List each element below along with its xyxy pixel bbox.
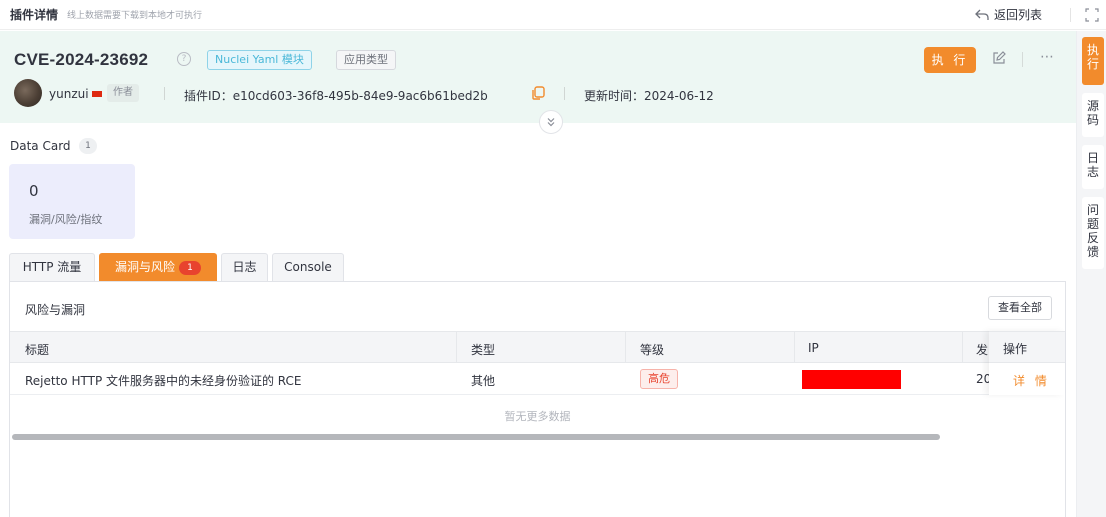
side-tab-source[interactable]: 源码: [1082, 93, 1104, 137]
data-card-title: Data Card: [10, 139, 71, 153]
plugin-header: CVE-2024-23692 ? Nuclei Yaml 模块 应用类型 执 行…: [0, 31, 1076, 123]
type-tag: 应用类型: [336, 50, 396, 70]
edit-icon[interactable]: [992, 51, 1006, 65]
column-header: 发: [976, 343, 989, 357]
expand-toggle[interactable]: [539, 110, 563, 134]
column-header: 类型: [471, 343, 496, 357]
tab-console[interactable]: Console: [272, 253, 344, 281]
plugin-id: 插件ID：e10cd603-36f8-495b-84e9-9ac6b61bed2…: [184, 89, 488, 103]
side-tab-label: 日志: [1087, 151, 1100, 179]
more-icon[interactable]: ⋯: [1040, 49, 1054, 65]
empty-text: 暂无更多数据: [504, 410, 571, 423]
actions-column: 操作 详 情: [989, 331, 1065, 395]
double-chevron-down-icon: [547, 118, 555, 127]
side-tab-label: 问题反馈: [1087, 203, 1100, 259]
page-subtitle: 线上数据需要下载到本地才可执行: [67, 11, 203, 21]
side-tab-bar: 执行 源码 日志 问题反馈: [1076, 31, 1106, 517]
table-row[interactable]: Rejetto HTTP 文件服务器中的未经身份验证的 RCE 其他 高危 20: [10, 363, 1065, 395]
side-tab-feedback[interactable]: 问题反馈: [1082, 197, 1104, 269]
column-header: 操作: [1003, 342, 1028, 356]
tab-vulns-risks[interactable]: 漏洞与风险 1: [99, 253, 217, 281]
plugin-detail-page: 插件详情 线上数据需要下载到本地才可执行 返回列表 CVE-2024-23692…: [0, 0, 1106, 517]
side-tab-label: 源码: [1087, 99, 1100, 127]
flag-icon: [92, 91, 102, 97]
data-card-value: 0: [29, 182, 39, 200]
redacted-ip: [802, 370, 901, 389]
copy-icon[interactable]: [530, 85, 546, 101]
tab-label: 漏洞与风险: [114, 260, 175, 274]
back-arrow-icon: [975, 9, 989, 20]
side-tab-log[interactable]: 日志: [1082, 145, 1104, 189]
column-separator: [794, 332, 795, 362]
divider: [1022, 52, 1023, 67]
divider: [564, 87, 565, 100]
author-tag: 作者: [107, 84, 139, 102]
page-title: 插件详情: [10, 8, 59, 22]
back-label: 返回列表: [994, 8, 1043, 22]
author-name: yunzui: [49, 87, 89, 101]
module-tag: Nuclei Yaml 模块: [207, 50, 312, 70]
risk-panel: 风险与漏洞 查看全部 标题 类型 等级 IP 发 Rejetto HTTP 文件…: [9, 281, 1066, 517]
panel-title: 风险与漏洞: [25, 303, 86, 317]
side-tab-label: 执行: [1087, 43, 1100, 71]
tab-http-traffic[interactable]: HTTP 流量: [9, 253, 95, 281]
plugin-name: CVE-2024-23692: [14, 50, 149, 69]
data-card-count: 1: [79, 138, 97, 154]
tab-badge: 1: [179, 261, 201, 275]
back-to-list-button[interactable]: 返回列表: [975, 6, 1042, 23]
column-separator: [625, 332, 626, 362]
divider: [1070, 8, 1071, 22]
table-header: 标题 类型 等级 IP 发: [10, 331, 1065, 363]
fullscreen-icon[interactable]: [1085, 8, 1099, 22]
tab-label: Console: [284, 260, 332, 274]
execute-button[interactable]: 执 行: [924, 47, 976, 73]
horizontal-scrollbar[interactable]: [12, 434, 940, 440]
detail-link[interactable]: 详 情: [1013, 372, 1050, 389]
row-type: 其他: [471, 374, 496, 388]
actions-header: 操作: [989, 331, 1065, 363]
help-icon[interactable]: ?: [177, 52, 191, 66]
data-card[interactable]: 0 漏洞/风险/指纹: [9, 164, 135, 239]
side-tab-execute[interactable]: 执行: [1082, 37, 1104, 85]
column-separator: [456, 332, 457, 362]
column-header: 标题: [25, 343, 50, 357]
top-bar: 插件详情 线上数据需要下载到本地才可执行 返回列表: [0, 0, 1106, 30]
tab-label: HTTP 流量: [22, 260, 82, 274]
tab-label: 日志: [232, 260, 257, 274]
view-all-button[interactable]: 查看全部: [988, 296, 1052, 320]
row-title: Rejetto HTTP 文件服务器中的未经身份验证的 RCE: [25, 374, 302, 388]
data-card-label: 漏洞/风险/指纹: [29, 213, 103, 226]
tab-log[interactable]: 日志: [221, 253, 268, 281]
divider: [164, 87, 165, 100]
updated-time: 更新时间：2024-06-12: [584, 89, 714, 103]
severity-badge: 高危: [640, 369, 678, 389]
column-header: 等级: [640, 343, 665, 357]
column-separator: [962, 332, 963, 362]
column-header: IP: [808, 341, 819, 355]
author-avatar: [14, 79, 42, 107]
